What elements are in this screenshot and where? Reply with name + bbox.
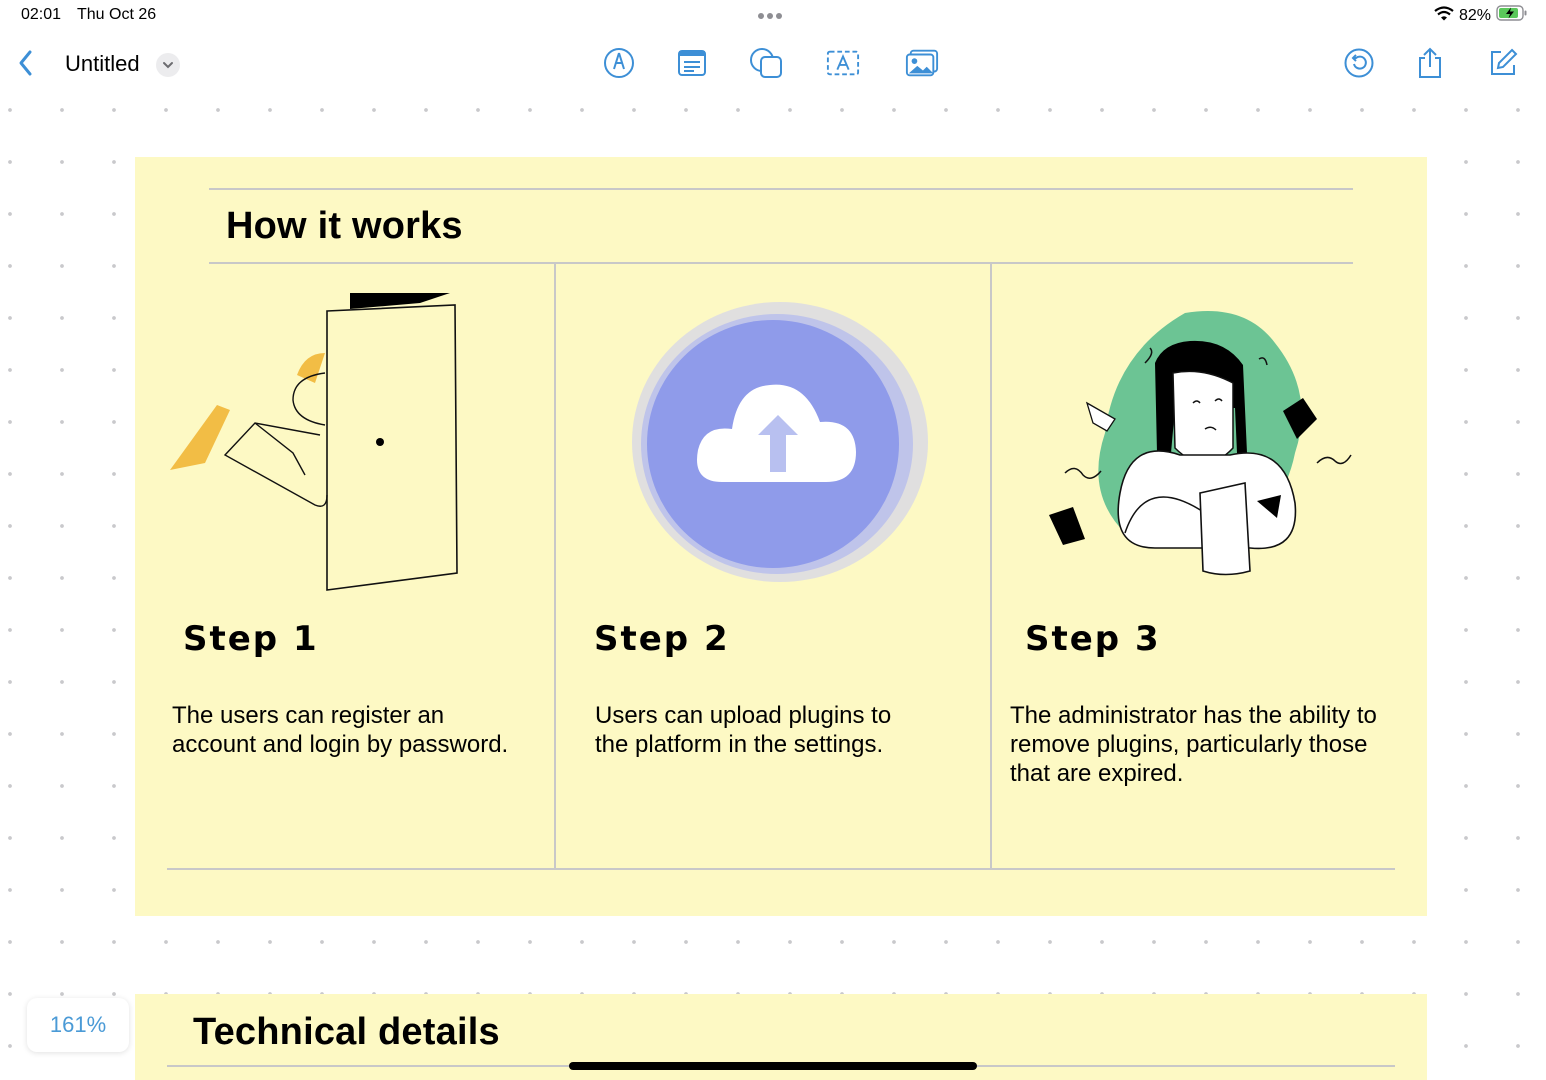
- wifi-icon: [1434, 5, 1454, 26]
- battery-icon: [1496, 5, 1528, 26]
- zoom-level-button[interactable]: 161%: [27, 998, 129, 1052]
- divider-header: [209, 262, 1353, 264]
- card2-heading: Technical details: [193, 1011, 500, 1053]
- status-date: Thu Oct 26: [77, 6, 157, 23]
- card-heading: How it works: [226, 205, 463, 247]
- pen-tool-icon[interactable]: [602, 46, 636, 80]
- cloud-upload-icon: [632, 302, 928, 582]
- status-time: 02:01: [21, 6, 62, 23]
- step-2-description: Users can upload plugins to the platform…: [595, 702, 892, 758]
- person-illustration: [1049, 311, 1352, 576]
- step-1-description: The users can register an account and lo…: [172, 702, 509, 758]
- undo-icon[interactable]: [1342, 46, 1376, 80]
- status-right: 82%: [1434, 5, 1528, 26]
- sticky-note-icon[interactable]: [675, 46, 709, 80]
- step-3-description: The administrator has the ability to rem…: [1010, 702, 1377, 787]
- divider-bottom: [167, 868, 1395, 870]
- toolbar: Untitled: [0, 32, 1546, 98]
- step-2-title: Step 2: [594, 619, 730, 659]
- media-icon[interactable]: [905, 46, 939, 80]
- column-divider-2: [990, 264, 992, 870]
- text-box-icon[interactable]: [826, 46, 860, 80]
- battery-percent: 82%: [1458, 6, 1491, 24]
- document-title[interactable]: Untitled: [65, 51, 140, 77]
- status-bar: 02:01 Thu Oct 26 82%: [0, 0, 1546, 32]
- step-1-title: Step 1: [183, 619, 319, 659]
- step-3-title: Step 3: [1025, 619, 1161, 659]
- how-it-works-card[interactable]: How it works Step 1 The users can regist…: [135, 157, 1427, 916]
- column-divider-1: [554, 264, 556, 870]
- shapes-icon[interactable]: [749, 46, 783, 80]
- share-icon[interactable]: [1413, 46, 1447, 80]
- multitasking-dots-icon[interactable]: [758, 13, 782, 19]
- chevron-down-icon[interactable]: [156, 53, 180, 77]
- home-indicator[interactable]: [569, 1062, 977, 1070]
- divider-top: [209, 188, 1353, 190]
- back-chevron-icon[interactable]: [9, 46, 43, 80]
- compose-icon[interactable]: [1486, 46, 1520, 80]
- door-illustration: [170, 293, 458, 591]
